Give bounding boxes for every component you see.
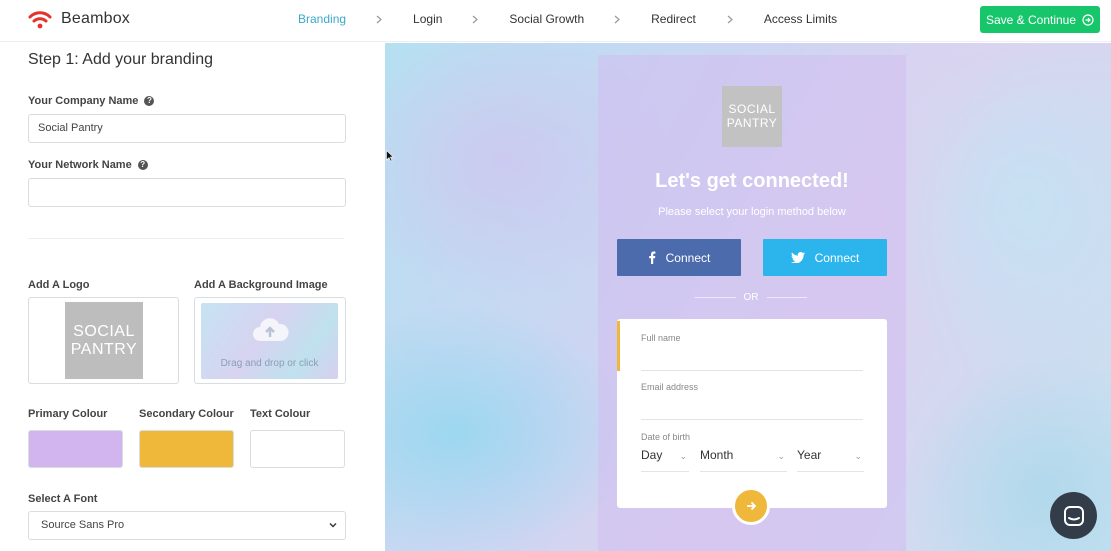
drop-hint: Drag and drop or click [220, 358, 319, 369]
logo-upload[interactable]: SOCIAL PANTRY [28, 297, 179, 384]
background-image-preview: Drag and drop or click [201, 303, 338, 379]
logo-text-line-1: SOCIAL [73, 322, 135, 340]
logo-label: Add A Logo [28, 279, 90, 291]
chevron-right-icon [727, 15, 733, 23]
divider [28, 238, 344, 239]
background-image-upload[interactable]: Drag and drop or click [194, 297, 346, 384]
month-select-value: Month [700, 448, 734, 462]
separator-line [695, 297, 736, 298]
step-login[interactable]: Login [413, 12, 442, 26]
facebook-connect-button[interactable]: Connect [617, 239, 741, 276]
step-branding[interactable]: Branding [298, 12, 346, 26]
month-select[interactable]: Month ⌄ [700, 448, 787, 472]
branding-panel: Step 1: Add your branding Your Company N… [0, 43, 385, 551]
submit-button[interactable] [732, 487, 770, 525]
fullname-input[interactable] [641, 370, 863, 371]
or-label: OR [743, 292, 759, 303]
twitter-connect-button[interactable]: Connect [763, 239, 887, 276]
cloud-upload-icon [253, 318, 289, 341]
or-separator: OR [695, 292, 807, 303]
year-select[interactable]: Year ⌄ [797, 448, 864, 472]
primary-colour-label: Primary Colour [28, 408, 108, 420]
text-colour-label: Text Colour [250, 408, 311, 420]
company-name-label-text: Your Company Name [28, 95, 139, 107]
company-name-input[interactable]: Social Pantry [28, 114, 346, 143]
step-redirect[interactable]: Redirect [651, 12, 696, 26]
font-select[interactable]: Source Sans Pro [28, 511, 346, 540]
step-social-growth[interactable]: Social Growth [509, 12, 584, 26]
chevron-right-icon [473, 15, 479, 23]
background-image-label: Add A Background Image [194, 279, 328, 291]
separator-line [766, 297, 807, 298]
facebook-connect-label: Connect [665, 250, 711, 265]
chat-icon [1063, 505, 1084, 526]
twitter-icon [790, 252, 805, 263]
text-colour-swatch[interactable] [250, 430, 345, 468]
secondary-colour-label: Secondary Colour [139, 408, 234, 420]
preview-logo-line-1: SOCIAL [728, 102, 776, 117]
preview-logo: SOCIAL PANTRY [722, 86, 782, 147]
chevron-down-icon: ⌄ [679, 451, 687, 461]
app-name: Beambox [61, 10, 130, 27]
preview-logo-line-2: PANTRY [726, 115, 778, 130]
year-select-value: Year [797, 448, 822, 462]
active-field-indicator [617, 321, 620, 371]
signup-form: Full name Email address Date of birth Da… [617, 319, 887, 508]
chevron-down-icon [329, 523, 337, 528]
login-preview: SOCIAL PANTRY Let's get connected! Pleas… [385, 43, 1111, 551]
company-name-label: Your Company Name ? [28, 95, 155, 107]
step-nav: Branding Login Social Growth Redirect Ac… [298, 12, 837, 26]
page-title: Step 1: Add your branding [28, 51, 214, 68]
help-icon[interactable]: ? [137, 160, 148, 170]
save-continue-label: Save & Continue [985, 12, 1077, 27]
preview-subtitle: Please select your login method below [658, 206, 846, 218]
dob-label: Date of birth [641, 432, 691, 442]
mouse-cursor-icon [386, 150, 394, 162]
day-select-value: Day [641, 448, 663, 462]
chevron-right-icon [614, 15, 621, 23]
step-access-limits[interactable]: Access Limits [764, 12, 837, 26]
brand[interactable]: Beambox [27, 8, 130, 30]
fullname-label: Full name [641, 333, 681, 343]
chevron-right-icon [376, 15, 382, 23]
wifi-icon [28, 11, 52, 29]
network-name-label-text: Your Network Name [28, 159, 132, 171]
logo-preview: SOCIAL PANTRY [65, 302, 143, 379]
chat-launcher-button[interactable] [1050, 492, 1097, 539]
email-input[interactable] [641, 419, 863, 420]
chevron-down-icon: ⌄ [854, 451, 862, 461]
network-name-input[interactable] [28, 178, 346, 207]
chevron-down-icon: ⌄ [777, 451, 785, 461]
font-label: Select A Font [28, 493, 98, 505]
arrow-circle-right-icon [1082, 13, 1094, 26]
facebook-icon [648, 251, 656, 264]
arrow-right-icon [747, 501, 757, 511]
network-name-label: Your Network Name ? [28, 159, 148, 171]
email-label: Email address [641, 382, 699, 392]
secondary-colour-swatch[interactable] [139, 430, 234, 468]
primary-colour-swatch[interactable] [28, 430, 123, 468]
font-select-value: Source Sans Pro [41, 519, 125, 531]
help-icon[interactable]: ? [144, 96, 155, 106]
twitter-connect-label: Connect [814, 250, 860, 265]
save-continue-button[interactable]: Save & Continue [980, 6, 1100, 33]
logo-text-line-2: PANTRY [70, 340, 138, 358]
top-bar: Beambox Branding Login Social Growth Red… [0, 0, 1111, 42]
day-select[interactable]: Day ⌄ [641, 448, 689, 472]
preview-title: Let's get connected! [655, 170, 849, 192]
